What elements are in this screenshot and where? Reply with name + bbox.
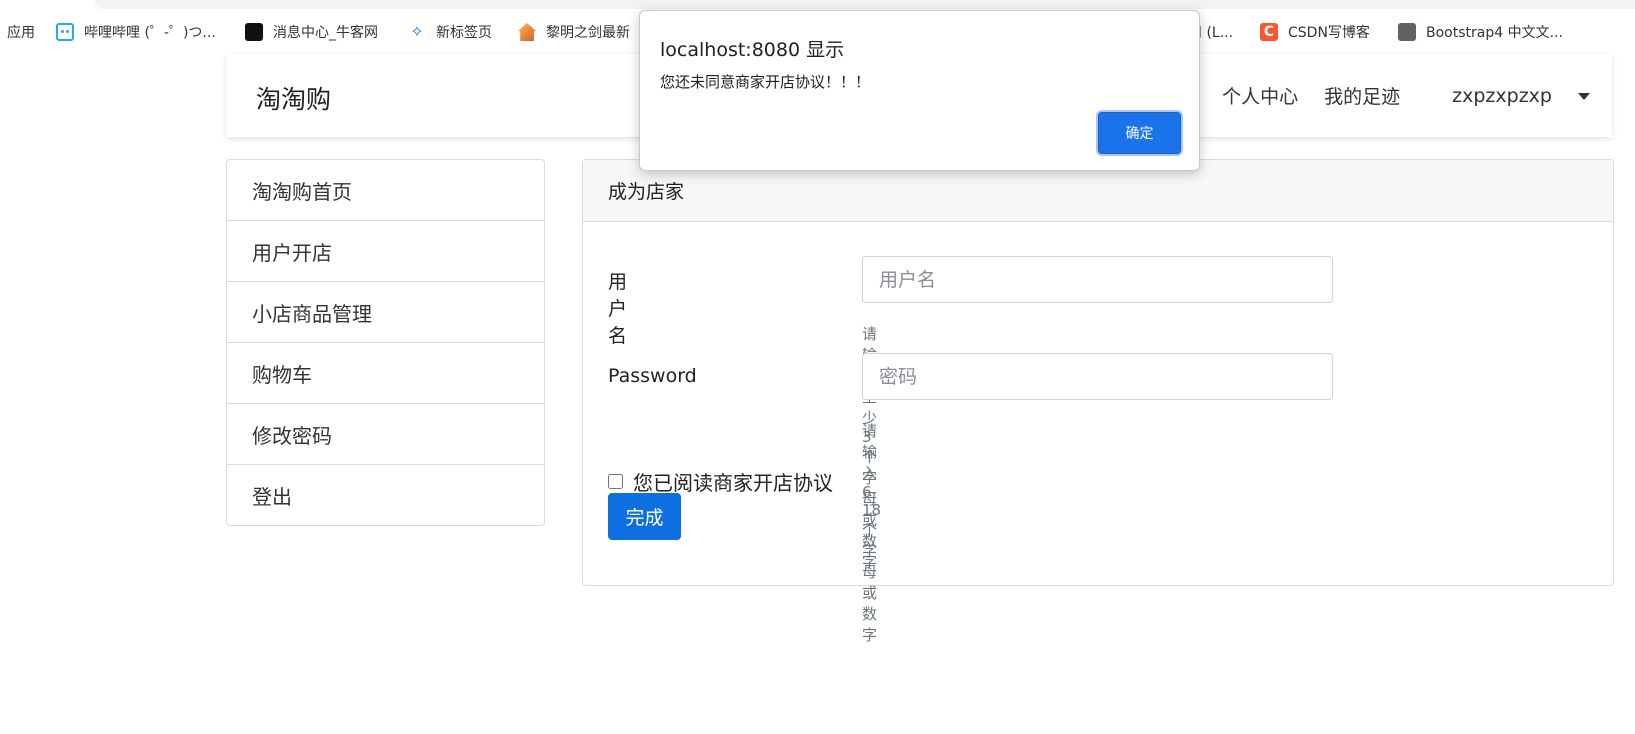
- bookmark-apps[interactable]: 应用: [7, 22, 35, 42]
- sidebar-item-open-shop[interactable]: 用户开店: [227, 221, 544, 282]
- password-label: Password: [608, 365, 697, 387]
- dialog-ok-button[interactable]: 确定: [1098, 112, 1181, 154]
- agreement-row[interactable]: 您已阅读商家开店协议: [608, 467, 833, 496]
- user-dropdown[interactable]: zxpzxpzxp: [1426, 85, 1590, 107]
- user-name: zxpzxpzxp: [1452, 84, 1552, 107]
- username-label: 用户名: [608, 271, 628, 347]
- nav-link-profile[interactable]: 个人中心: [1222, 82, 1298, 109]
- agreement-label: 您已阅读商家开店协议: [633, 471, 833, 495]
- dialog-title: localhost:8080 显示: [660, 39, 845, 61]
- sidebar-item-cart[interactable]: 购物车: [227, 343, 544, 404]
- bookmark-novel[interactable]: 黎明之剑最新: [518, 22, 630, 42]
- navbar-links: 个人中心 我的足迹 zxpzxpzxp: [1196, 82, 1590, 109]
- house-icon: [518, 23, 536, 41]
- bookmark-bilibili[interactable]: 哔哩哔哩 (゜-゜)つ...: [56, 22, 216, 42]
- bookmark-label: 黎明之剑最新: [546, 25, 630, 41]
- alert-dialog: localhost:8080 显示 您还未同意商家开店协议！！！ 确定: [639, 10, 1200, 171]
- sidebar-item-shop-products[interactable]: 小店商品管理: [227, 282, 544, 343]
- nowcoder-icon: [245, 23, 263, 41]
- navbar-brand[interactable]: 淘淘购: [256, 80, 331, 116]
- bookmark-label: CSDN写博客: [1288, 25, 1370, 41]
- agreement-checkbox[interactable]: [608, 474, 623, 489]
- sidebar-item-logout[interactable]: 登出: [227, 465, 544, 525]
- bookmark-new-tab[interactable]: ✧ 新标签页: [408, 22, 492, 42]
- dialog-message: 您还未同意商家开店协议！！！: [660, 73, 871, 91]
- username-input[interactable]: [862, 256, 1333, 303]
- become-merchant-card: 成为店家 用户名 请输入至少3个字母或数字 Password 请输入6-18个字…: [582, 159, 1614, 644]
- nav-link-history[interactable]: 我的足迹: [1324, 82, 1400, 109]
- bookmark-label: 应用: [7, 25, 35, 41]
- globe-icon: [1398, 23, 1416, 41]
- sidebar-item-home[interactable]: 淘淘购首页: [227, 160, 544, 221]
- bookmark-bootstrap[interactable]: Bootstrap4 中文文...: [1398, 22, 1563, 42]
- bookmark-label: Bootstrap4 中文文...: [1426, 25, 1563, 41]
- sidebar-menu: 淘淘购首页 用户开店 小店商品管理 购物车 修改密码 登出: [226, 159, 545, 526]
- sidebar-item-change-password[interactable]: 修改密码: [227, 404, 544, 465]
- csdn-icon: C: [1260, 23, 1278, 41]
- bookmark-label: 新标签页: [436, 25, 492, 41]
- bookmark-label: 消息中心_牛客网: [273, 25, 378, 41]
- new-tab-icon: ✧: [410, 22, 424, 41]
- bookmark-csdn[interactable]: C CSDN写博客: [1260, 22, 1370, 42]
- bookmark-label: 哔哩哔哩 (゜-゜)つ...: [84, 25, 216, 41]
- password-help: 请输入6-18个字母或数字: [862, 422, 882, 644]
- password-input[interactable]: [862, 353, 1333, 400]
- bilibili-icon: [56, 23, 74, 41]
- address-bar-edge: [95, 0, 1635, 9]
- submit-button[interactable]: 完成: [608, 493, 681, 540]
- caret-down-icon: [1578, 92, 1590, 100]
- bookmark-nowcoder[interactable]: 消息中心_牛客网: [245, 22, 378, 42]
